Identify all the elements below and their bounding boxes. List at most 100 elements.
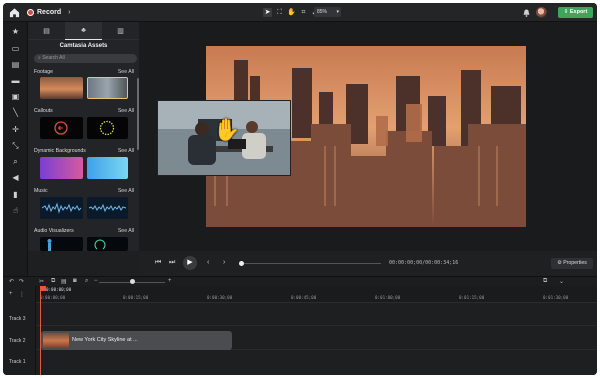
zoom-out-icon[interactable]: ⌕ bbox=[85, 278, 88, 285]
section-audio-visualizers: Audio Visualizers See All bbox=[34, 228, 134, 234]
step-back-icon[interactable]: ⏭ bbox=[169, 259, 175, 267]
section-callouts: Callouts See All bbox=[34, 108, 134, 114]
section-title: Footage bbox=[34, 69, 54, 75]
home-icon[interactable] bbox=[9, 7, 20, 18]
callout-thumb-arrow[interactable] bbox=[40, 117, 83, 139]
panel-title: Camtasia Assets bbox=[59, 43, 108, 49]
export-button[interactable]: ⇩ Export bbox=[558, 7, 593, 18]
ruler-tick: 0:00:00;00 bbox=[40, 295, 66, 300]
chevron-down-icon: ▾ bbox=[336, 9, 339, 15]
callout-ring-icon bbox=[99, 120, 115, 136]
media-icon[interactable]: ▭ bbox=[11, 44, 20, 53]
visualizer-ring-icon bbox=[94, 239, 106, 250]
collapse-icon[interactable]: ⌄ bbox=[559, 278, 564, 285]
see-all-link[interactable]: See All bbox=[118, 148, 134, 154]
footage-thumb-city[interactable] bbox=[40, 77, 83, 99]
chevron-right-icon: › bbox=[68, 9, 71, 16]
footage-thumb-office[interactable] bbox=[87, 77, 128, 99]
copy-icon[interactable]: ⧉ bbox=[51, 278, 55, 285]
waveform-icon bbox=[41, 202, 82, 214]
transitions-icon[interactable]: ▬ bbox=[11, 76, 20, 85]
record-label: Record bbox=[37, 9, 62, 16]
section-dynamic-backgrounds: Dynamic Backgrounds See All bbox=[34, 148, 134, 154]
properties-button[interactable]: ⚙ Properties bbox=[551, 258, 593, 269]
interactivity-icon[interactable]: ☝ bbox=[11, 206, 20, 215]
next-marker-icon[interactable]: › bbox=[223, 259, 225, 266]
section-title: Dynamic Backgrounds bbox=[34, 148, 86, 154]
see-all-link[interactable]: See All bbox=[118, 228, 134, 234]
playback-scrubber[interactable] bbox=[241, 263, 381, 264]
see-all-link[interactable]: See All bbox=[118, 108, 134, 114]
detach-icon[interactable]: ⧉ bbox=[543, 278, 547, 285]
playhead-time: 0:00:00;00 bbox=[46, 287, 72, 292]
tab-assets[interactable]: ♣ bbox=[65, 22, 102, 40]
music-thumb-1[interactable] bbox=[40, 197, 83, 219]
undo-icon[interactable]: ↶ bbox=[9, 278, 14, 285]
track-label: Track 3 bbox=[9, 316, 26, 322]
previous-frame-icon[interactable]: ⏮ bbox=[155, 259, 161, 267]
crop-tool-icon[interactable]: ⌗ bbox=[299, 8, 308, 17]
notification-icon[interactable] bbox=[523, 9, 530, 17]
ruler-tick: 0:00:30;00 bbox=[207, 295, 233, 300]
callout-thumb-spinner[interactable] bbox=[87, 117, 128, 139]
background-thumb-blue[interactable] bbox=[87, 157, 128, 179]
search-placeholder: Search All bbox=[42, 55, 65, 61]
see-all-link[interactable]: See All bbox=[118, 188, 134, 194]
microphone-icon[interactable]: ▮ bbox=[11, 190, 20, 199]
play-icon: ▶ bbox=[187, 259, 193, 266]
tab-library[interactable]: ▥ bbox=[102, 22, 139, 40]
ruler-tick: 0:00:15;00 bbox=[123, 295, 149, 300]
hand-cursor-icon: ✋ bbox=[213, 117, 241, 142]
track-options-icon[interactable]: ⋮ bbox=[19, 291, 25, 298]
tab-media[interactable]: ▤ bbox=[28, 22, 65, 40]
track-divider bbox=[36, 325, 597, 326]
resize-tool-icon[interactable]: ⛶ bbox=[275, 8, 284, 17]
star-icon[interactable]: ★ bbox=[11, 27, 20, 36]
track-label: Track 2 bbox=[9, 338, 26, 344]
avatar[interactable] bbox=[536, 7, 547, 18]
visualizer-thumb-2[interactable] bbox=[87, 237, 128, 251]
timecode: 00:00:00;00/00:00:34;16 bbox=[389, 260, 459, 266]
record-button[interactable]: Record › bbox=[27, 7, 70, 18]
animations-icon[interactable]: ╲ bbox=[11, 108, 20, 117]
top-bar: Record › ➤ ⛶ ✋ ⌗ ⤢ 85% ▾ ⇩ Export bbox=[3, 3, 597, 22]
pointer-tool-icon[interactable]: ➤ bbox=[263, 8, 272, 17]
section-title: Callouts bbox=[34, 108, 53, 114]
snapshot-icon[interactable]: ◙ bbox=[73, 278, 77, 284]
zoom-select[interactable]: 85% ▾ bbox=[314, 7, 341, 17]
behaviors-icon[interactable]: ▣ bbox=[11, 92, 20, 101]
section-title: Music bbox=[34, 188, 48, 194]
people-icon: ♣ bbox=[81, 27, 86, 34]
previous-marker-icon[interactable]: ‹ bbox=[207, 259, 209, 266]
minus-icon[interactable]: − bbox=[94, 278, 98, 284]
left-rail: ★ ▭ ▤ ▬ ▣ ╲ ✛ ⤡ ⌕ ◀ ▮ ☝ bbox=[3, 22, 28, 290]
play-button[interactable]: ▶ bbox=[183, 256, 197, 270]
cut-icon[interactable]: ✂ bbox=[39, 278, 44, 285]
timeline-clip[interactable]: New York City Skyline at ... bbox=[41, 331, 232, 350]
annotations-icon[interactable]: ▤ bbox=[11, 60, 20, 69]
timeline-toolbar: ↶ ↷ ✂ ⧉ ▤ ◙ ⌕ − + ⧉ ⌄ bbox=[3, 276, 597, 286]
paste-icon[interactable]: ▤ bbox=[61, 278, 67, 285]
library-icon: ▥ bbox=[117, 27, 124, 35]
timeline-zoom-handle[interactable] bbox=[130, 279, 135, 284]
background-thumb-purple[interactable] bbox=[40, 157, 83, 179]
canvas-tools: ➤ ⛶ ✋ ⌗ ⤢ bbox=[263, 8, 320, 17]
see-all-link[interactable]: See All bbox=[118, 69, 134, 75]
scrubber-handle[interactable] bbox=[239, 261, 244, 266]
audio-effects-icon[interactable]: ⌕ bbox=[11, 157, 20, 166]
timeline-ruler[interactable]: 0:00:00;00 0:00:15;00 0:00:30;00 0:00:45… bbox=[36, 286, 597, 303]
plus-icon[interactable]: + bbox=[168, 278, 172, 284]
voice-narration-icon[interactable]: ⤡ bbox=[11, 141, 20, 150]
ruler-tick: 0:01:15;00 bbox=[459, 295, 485, 300]
cursor-effects-icon[interactable]: ✛ bbox=[11, 125, 20, 134]
clip-thumbnail bbox=[43, 333, 69, 348]
music-thumb-2[interactable] bbox=[87, 197, 128, 219]
visualizer-thumb-1[interactable] bbox=[40, 237, 83, 251]
search-input[interactable]: ⌕ Search All bbox=[34, 54, 137, 63]
volume-icon[interactable]: ◀ bbox=[11, 173, 20, 182]
add-track-icon[interactable]: + bbox=[9, 291, 13, 297]
zoom-value: 85% bbox=[317, 9, 328, 15]
callout-arrow-icon bbox=[54, 121, 68, 135]
hand-tool-icon[interactable]: ✋ bbox=[287, 8, 296, 17]
redo-icon[interactable]: ↷ bbox=[19, 278, 24, 285]
